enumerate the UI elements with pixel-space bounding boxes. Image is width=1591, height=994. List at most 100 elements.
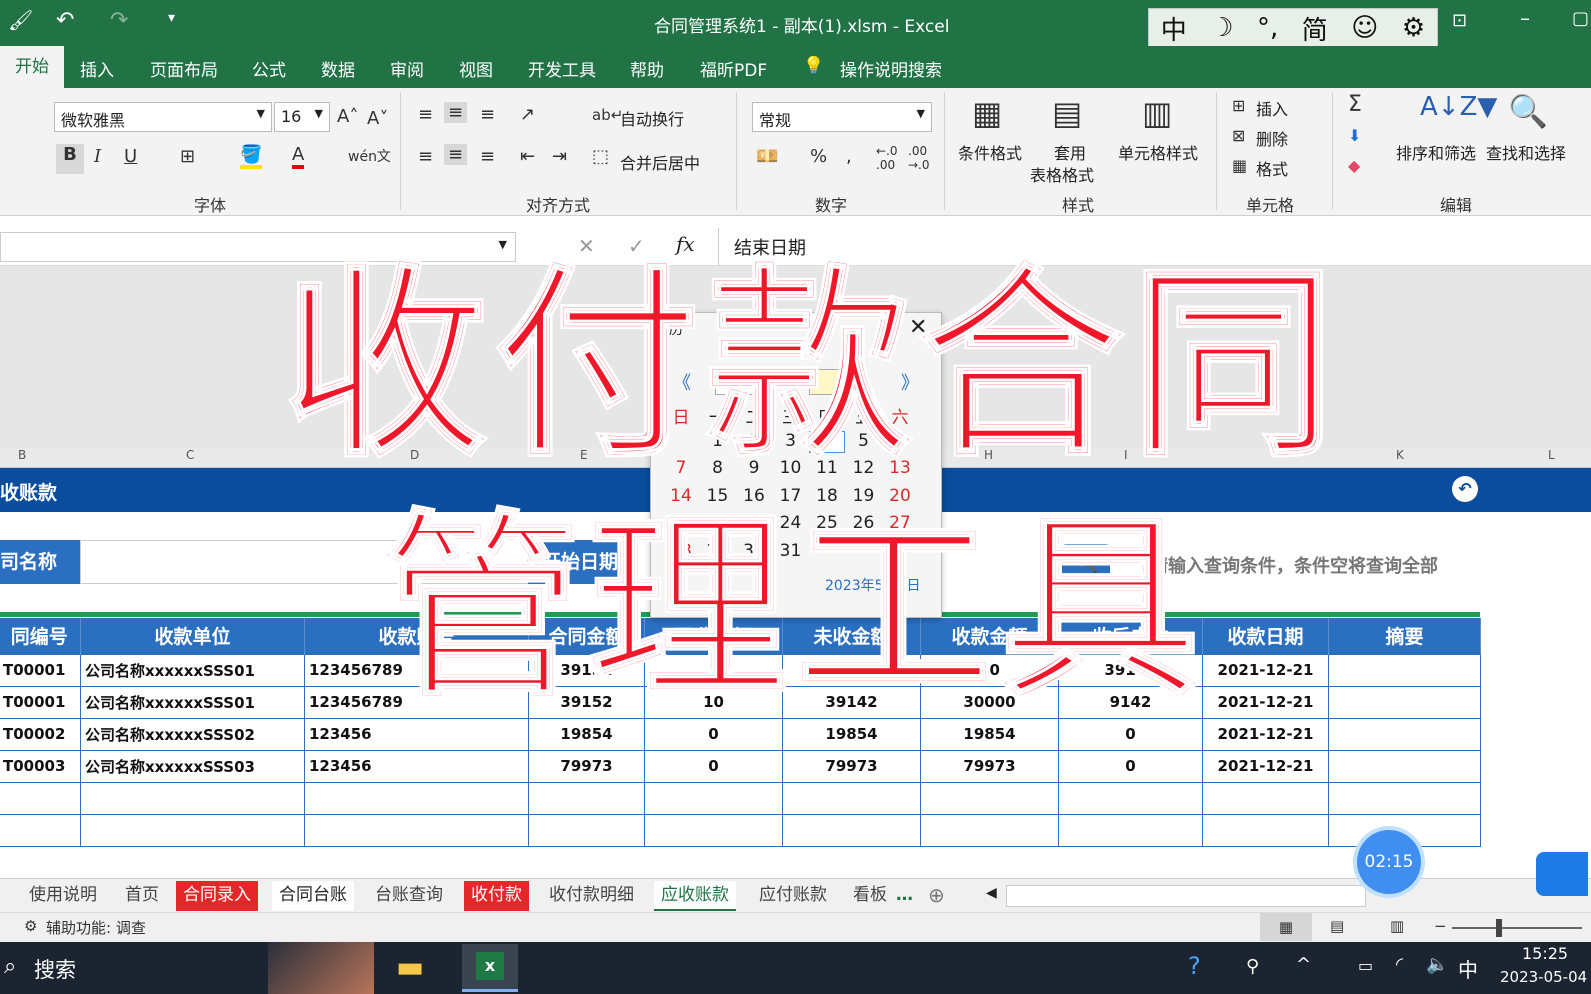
cell[interactable] — [644, 813, 783, 847]
font-name-combo[interactable]: 微软雅黑 ▼ — [54, 102, 272, 132]
quick-access-dropdown-icon[interactable]: ▾ — [168, 10, 175, 26]
ime-moon-icon[interactable]: ☽ — [1210, 13, 1233, 43]
col-summary[interactable]: 摘要 — [1328, 618, 1481, 654]
add-sheet-icon[interactable]: ⊕ — [928, 883, 945, 907]
conditional-format-icon[interactable]: ▦ — [972, 94, 1002, 132]
accessibility-status[interactable]: 辅助功能: 调查 — [46, 917, 146, 938]
tab-insert[interactable]: 插入 — [80, 56, 114, 81]
col-header-l[interactable]: L — [1548, 448, 1555, 462]
ime-indicator[interactable]: 中 — [1458, 954, 1478, 983]
cell[interactable] — [528, 813, 645, 847]
ime-toolbar[interactable]: 中 ☽ °, 简 ☺ ⚙ — [1148, 8, 1438, 48]
align-middle-icon[interactable]: ≡ — [444, 102, 468, 123]
table-format-icon[interactable]: ▤ — [1052, 94, 1082, 132]
search-icon[interactable]: 🔍 — [1508, 92, 1548, 130]
cell-style-icon[interactable]: ▥ — [1142, 94, 1172, 132]
ime-chinese-icon[interactable]: 中 — [1161, 10, 1187, 47]
taskbar-search[interactable]: 搜索 — [34, 954, 76, 984]
undo-icon[interactable]: ↶ — [56, 8, 74, 33]
italic-icon[interactable]: I — [94, 146, 101, 167]
sheet-tab-receivables[interactable]: 应收账款 — [654, 881, 736, 911]
table-row[interactable]: T00003 公司名称xxxxxxSSS03 123456 79973 0 79973 79… — [0, 749, 1481, 783]
page-layout-view-icon[interactable]: ▤ — [1330, 917, 1344, 935]
decrease-font-icon[interactable]: A˅ — [367, 108, 388, 129]
cell[interactable] — [920, 781, 1059, 815]
table-row[interactable] — [0, 813, 1481, 847]
sheet-tab-payables[interactable]: 应付账款 — [752, 881, 834, 911]
cell[interactable]: T00001 — [0, 685, 81, 719]
accessibility-icon[interactable]: ⚙ — [24, 917, 37, 935]
font-size-combo[interactable]: 16 ▼ — [274, 102, 330, 132]
more-tabs-icon[interactable]: … — [896, 885, 913, 905]
col-payee[interactable]: 收款单位 — [80, 618, 305, 654]
format-cells-button[interactable]: 格式 — [1256, 156, 1288, 180]
cell[interactable] — [1328, 781, 1481, 815]
cell[interactable]: T00001 — [0, 653, 81, 687]
cell[interactable]: 2021-12-21 — [1202, 749, 1329, 783]
delete-cells-icon[interactable]: ⊠ — [1232, 126, 1245, 145]
cell[interactable] — [0, 781, 81, 815]
cell[interactable]: 0 — [644, 749, 783, 783]
wrap-text-button[interactable]: 自动换行 — [620, 106, 684, 130]
bold-icon[interactable]: B — [56, 144, 84, 174]
delete-cells-button[interactable]: 删除 — [1256, 126, 1288, 150]
tab-home[interactable]: 开始 — [0, 46, 64, 88]
cell[interactable] — [1058, 813, 1203, 847]
cell[interactable]: 0 — [1058, 749, 1203, 783]
cell[interactable]: 79973 — [920, 749, 1059, 783]
ime-settings-icon[interactable]: ⚙ — [1402, 13, 1425, 43]
file-explorer-icon[interactable]: ▬ — [396, 950, 424, 985]
sheet-tab-payment-details[interactable]: 收付款明细 — [542, 881, 641, 911]
sheet-tab-guide[interactable]: 使用说明 — [22, 881, 104, 911]
clear-icon[interactable]: ◆ — [1348, 156, 1360, 175]
align-right-icon[interactable]: ≡ — [480, 146, 495, 167]
tab-page-layout[interactable]: 页面布局 — [150, 56, 218, 81]
align-left-icon[interactable]: ≡ — [418, 146, 433, 167]
format-cells-icon[interactable]: ▦ — [1232, 156, 1247, 175]
cell[interactable]: T00002 — [0, 717, 81, 751]
conditional-format-button[interactable]: 条件格式 — [958, 140, 1022, 164]
insert-cells-icon[interactable]: ⊞ — [1232, 96, 1245, 115]
cell[interactable] — [782, 813, 921, 847]
sheet-tab-payments[interactable]: 收付款 — [464, 881, 529, 911]
col-header-c[interactable]: C — [186, 448, 194, 462]
help-icon[interactable]: ? — [1188, 952, 1201, 980]
phonetic-icon[interactable]: wén文 — [348, 146, 391, 166]
cell[interactable]: 79973 — [782, 749, 921, 783]
cell[interactable] — [1328, 717, 1481, 751]
zoom-slider-thumb[interactable] — [1496, 919, 1502, 937]
ime-punct-icon[interactable]: °, — [1257, 13, 1278, 43]
tab-tell-me[interactable]: 操作说明搜索 — [840, 56, 942, 81]
align-bottom-icon[interactable]: ≡ — [480, 104, 495, 125]
page-break-view-icon[interactable]: ▥ — [1390, 917, 1404, 935]
cell[interactable] — [644, 781, 783, 815]
cell[interactable]: 79973 — [528, 749, 645, 783]
sheet-tab-dashboard[interactable]: 看板 — [846, 881, 894, 911]
sheet-tab-ledger-query[interactable]: 台账查询 — [368, 881, 450, 911]
wifi-icon[interactable]: ◜ — [1396, 954, 1403, 975]
cell[interactable]: 公司名称xxxxxxSSS01 — [80, 653, 305, 687]
tab-help[interactable]: 帮助 — [630, 56, 664, 81]
autosum-icon[interactable]: Σ — [1348, 92, 1362, 117]
merge-center-button[interactable]: 合并后居中 — [620, 150, 700, 174]
battery-icon[interactable]: ▭ — [1358, 956, 1373, 975]
cell[interactable] — [1202, 781, 1329, 815]
excel-taskbar-button[interactable]: x — [462, 944, 518, 992]
wrap-text-icon[interactable]: ab↵ — [592, 106, 623, 124]
cell[interactable]: 2021-12-21 — [1202, 685, 1329, 719]
orientation-icon[interactable]: ↗ — [520, 104, 535, 125]
search-icon[interactable]: ⌕ — [4, 954, 16, 979]
sort-filter-icon[interactable]: A↓Z▼ — [1420, 92, 1497, 122]
maximize-icon[interactable]: ▢ — [1572, 8, 1589, 29]
cell[interactable]: 123456 — [304, 749, 529, 783]
ribbon-display-icon[interactable]: ⊡ — [1452, 10, 1467, 31]
find-select-button[interactable]: 查找和选择 — [1486, 140, 1566, 164]
table-format-button-2[interactable]: 表格格式 — [1030, 162, 1094, 186]
cell[interactable]: 公司名称xxxxxxSSS02 — [80, 717, 305, 751]
normal-view-icon[interactable]: ▦ — [1260, 913, 1312, 941]
fill-color-icon[interactable]: 🪣 — [240, 144, 263, 169]
cell[interactable] — [1202, 813, 1329, 847]
zoom-out-icon[interactable]: − — [1434, 917, 1447, 935]
cloud-icon[interactable] — [1536, 852, 1588, 896]
tab-foxit-pdf[interactable]: 福昕PDF — [700, 56, 767, 81]
